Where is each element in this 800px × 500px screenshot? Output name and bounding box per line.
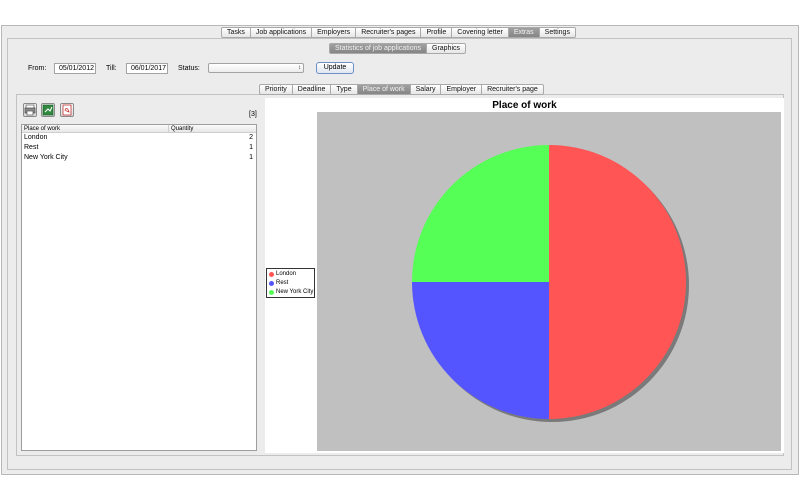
- pie-slice-london[interactable]: [549, 145, 686, 419]
- update-button[interactable]: Update: [316, 62, 354, 74]
- cell-place: London: [24, 134, 48, 141]
- subtab-deadline[interactable]: Deadline: [292, 84, 332, 95]
- from-label: From:: [28, 65, 47, 72]
- cell-quantity: 2: [249, 134, 253, 141]
- chevron-updown-icon: ↕: [298, 65, 301, 71]
- stats-tab-bar: Statistics of job applications Graphics: [329, 43, 467, 54]
- legend-item-london: London: [269, 270, 312, 279]
- subtab-type[interactable]: Type: [331, 84, 358, 95]
- cell-quantity: 1: [249, 144, 253, 151]
- cell-quantity: 1: [249, 154, 253, 161]
- column-header-place[interactable]: Place of work: [22, 125, 169, 132]
- subtab-priority[interactable]: Priority: [259, 84, 293, 95]
- legend-swatch: [269, 281, 274, 286]
- legend-label: New York City: [276, 289, 314, 295]
- export-excel-icon[interactable]: [41, 103, 55, 117]
- plot-area: [317, 112, 781, 451]
- tab-employers[interactable]: Employers: [312, 27, 357, 38]
- table-row[interactable]: New York City 1: [22, 153, 256, 163]
- chart-title: Place of work: [492, 100, 557, 111]
- till-label: Till:: [106, 65, 117, 72]
- cell-place: Rest: [24, 144, 39, 151]
- pie-slice-new-york-city[interactable]: [412, 145, 549, 282]
- legend-label: London: [276, 271, 297, 277]
- chart-legend: London Rest New York City: [266, 268, 315, 298]
- subtab-place-of-work[interactable]: Place of work: [357, 84, 411, 95]
- subtab-salary[interactable]: Salary: [410, 84, 442, 95]
- table-header: Place of work Quantity: [22, 125, 256, 133]
- subtab-recruiter-s-page[interactable]: Recruiter's page: [482, 84, 544, 95]
- tab-recruiter-s-pages[interactable]: Recruiter's pages: [356, 27, 422, 38]
- legend-label: Rest: [276, 280, 289, 286]
- status-label: Status:: [178, 65, 200, 72]
- legend-item-rest: Rest: [269, 279, 312, 288]
- tab-job-applications[interactable]: Job applications: [250, 27, 313, 38]
- column-header-quantity[interactable]: Quantity: [169, 125, 256, 132]
- tab-profile[interactable]: Profile: [421, 27, 453, 38]
- tab-tasks[interactable]: Tasks: [221, 27, 251, 38]
- export-pdf-icon[interactable]: [60, 103, 74, 117]
- table-row[interactable]: London 2: [22, 133, 256, 143]
- status-select[interactable]: ↕: [208, 63, 304, 73]
- pie-chart: Place of work: [265, 98, 784, 453]
- legend-swatch: [269, 272, 274, 277]
- till-date-field[interactable]: 06/01/2017: [126, 63, 168, 74]
- cell-place: New York City: [24, 154, 68, 161]
- filter-bar: From: 05/01/2012 Till: 06/01/2017 Status…: [28, 62, 368, 77]
- pie-svg: [412, 145, 689, 422]
- legend-swatch: [269, 290, 274, 295]
- place-of-work-table: Place of work Quantity London 2 Rest 1 N…: [21, 124, 257, 451]
- tab-extras[interactable]: Extras: [508, 27, 540, 38]
- tab-covering-letter[interactable]: Covering letter: [452, 27, 509, 38]
- legend-item-new-york-city: New York City: [269, 288, 314, 297]
- tab-statistics-of-job-applications[interactable]: Statistics of job applications: [329, 43, 427, 54]
- subtab-employer[interactable]: Employer: [441, 84, 483, 95]
- main-tab-bar: Tasks Job applications Employers Recruiter'…: [221, 27, 576, 38]
- print-icon[interactable]: [23, 103, 37, 117]
- tab-settings[interactable]: Settings: [539, 27, 576, 38]
- sub-tab-bar: Priority Deadline Type Place of work Salary E…: [259, 84, 544, 95]
- tab-graphics[interactable]: Graphics: [427, 43, 467, 54]
- table-row[interactable]: Rest 1: [22, 143, 256, 153]
- record-count: [3]: [249, 111, 257, 118]
- from-date-field[interactable]: 05/01/2012: [54, 63, 96, 74]
- pie-slice-rest[interactable]: [412, 282, 549, 419]
